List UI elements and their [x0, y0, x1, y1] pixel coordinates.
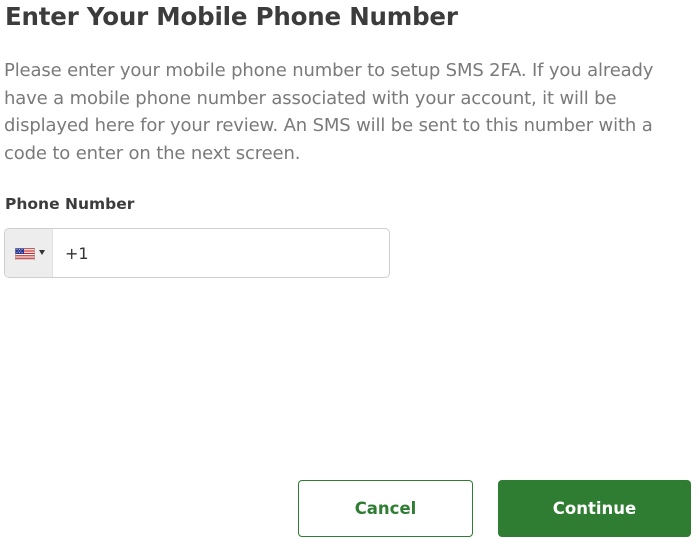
dialog-title: Enter Your Mobile Phone Number	[5, 2, 458, 31]
phone-number-input[interactable]	[53, 229, 383, 277]
phone-number-label: Phone Number	[5, 195, 135, 213]
chevron-down-icon	[39, 250, 45, 255]
dialog-description: Please enter your mobile phone number to…	[4, 60, 654, 165]
cancel-button[interactable]: Cancel	[298, 480, 473, 537]
us-flag-icon	[15, 248, 35, 260]
country-code-select[interactable]	[5, 229, 53, 277]
continue-button[interactable]: Continue	[498, 480, 691, 537]
phone-number-field	[4, 228, 390, 278]
